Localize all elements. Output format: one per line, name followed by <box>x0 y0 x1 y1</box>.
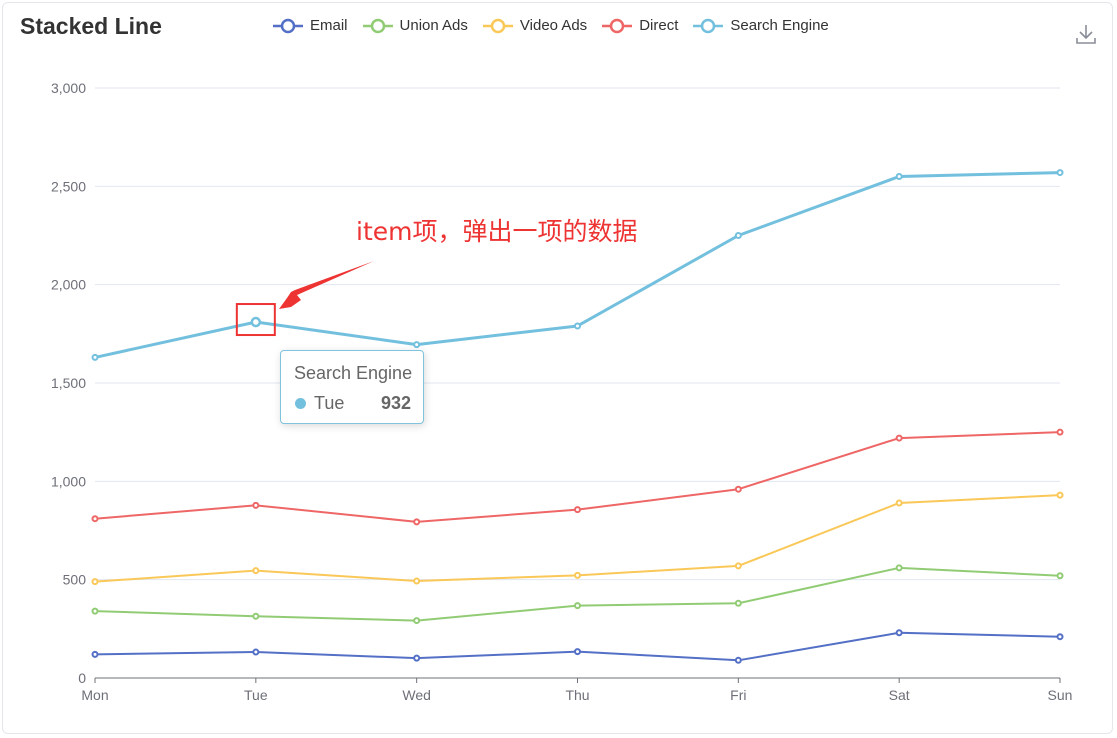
data-point-union[interactable] <box>734 599 742 607</box>
data-point-direct[interactable] <box>413 518 421 526</box>
data-point-search[interactable] <box>574 322 581 330</box>
data-point-video[interactable] <box>734 562 742 570</box>
legend-label: Union Ads <box>399 17 468 34</box>
data-point-email[interactable] <box>252 648 260 656</box>
data-point-video[interactable] <box>413 577 421 585</box>
y-tick-label: 1,500 <box>51 375 86 391</box>
data-point-search[interactable] <box>895 173 903 180</box>
y-axis-labels: 0 500 1,000 1,500 2,000 2,500 3,000 <box>51 80 86 686</box>
tooltip-value: 932 <box>380 393 411 413</box>
legend-item-search[interactable]: Search Engine <box>692 17 829 34</box>
chart-title: Stacked Line <box>20 13 162 39</box>
data-point-direct[interactable] <box>574 506 581 514</box>
chart-canvas: 0 500 1,000 1,500 2,000 2,500 3,000 Mon Tue Wed T… <box>51 80 1073 703</box>
data-point-email[interactable] <box>895 629 903 637</box>
data-point-video[interactable] <box>574 571 581 579</box>
data-point-video[interactable] <box>895 499 903 507</box>
data-point-union[interactable] <box>895 564 903 572</box>
data-point-video[interactable] <box>91 578 99 586</box>
data-point-direct[interactable] <box>734 485 742 493</box>
data-point-video[interactable] <box>1056 491 1064 499</box>
data-point-direct[interactable] <box>895 434 903 442</box>
data-point-union[interactable] <box>91 607 99 615</box>
x-tick-label: Wed <box>402 687 431 703</box>
legend-marker-icon <box>693 18 724 33</box>
tooltip-category: Tue <box>314 393 345 413</box>
data-point-search[interactable] <box>734 232 742 239</box>
x-tick-label: Sat <box>889 687 910 703</box>
x-tick-label: Thu <box>565 687 589 703</box>
legend-label: Video Ads <box>519 17 588 34</box>
data-point-union[interactable] <box>413 617 421 625</box>
legend-item-email[interactable]: Email <box>272 17 348 34</box>
legend-marker-icon <box>362 18 393 33</box>
data-point-email[interactable] <box>734 656 742 664</box>
tooltip-marker <box>295 398 306 409</box>
data-point-email[interactable] <box>91 650 99 658</box>
data-point-direct[interactable] <box>1056 428 1064 436</box>
data-point-union[interactable] <box>252 612 260 620</box>
legend-label: Email <box>310 17 348 34</box>
data-point-email[interactable] <box>574 648 581 656</box>
legend-marker-icon <box>602 18 633 33</box>
data-point-union[interactable] <box>1056 572 1064 580</box>
legend: Email Union Ads Video Ads Direct Search Engi… <box>272 17 843 34</box>
data-point-direct[interactable] <box>252 501 260 509</box>
data-point-direct[interactable] <box>91 515 99 523</box>
legend-label: Search Engine <box>730 17 829 34</box>
legend-marker-icon <box>273 18 303 33</box>
y-tick-label: 2,000 <box>51 277 86 293</box>
data-point-search[interactable] <box>1056 169 1064 177</box>
series-line-email <box>94 631 1061 662</box>
data-point-union[interactable] <box>574 602 581 610</box>
data-point-email[interactable] <box>1056 633 1064 641</box>
x-tick-label: Mon <box>81 687 108 703</box>
data-point-search[interactable] <box>250 316 262 328</box>
x-tick-label: Tue <box>244 687 268 703</box>
data-point-search[interactable] <box>413 341 421 349</box>
x-axis: Mon Tue Wed Thu Fri Sat Sun <box>81 677 1073 703</box>
y-tick-label: 3,000 <box>51 80 86 96</box>
y-tick-label: 500 <box>63 572 87 588</box>
x-tick-label: Fri <box>730 687 746 703</box>
y-tick-label: 1,000 <box>51 473 86 489</box>
tooltip: Search Engine Tue 932 <box>280 350 424 424</box>
y-tick-label: 0 <box>78 670 86 686</box>
annotation-text: item项，弹出一项的数据 <box>356 217 638 246</box>
tooltip-series: Search Engine <box>294 363 413 383</box>
y-tick-label: 2,500 <box>51 178 86 194</box>
legend-label: Direct <box>639 17 679 34</box>
x-tick-label: Sun <box>1048 687 1073 703</box>
legend-item-union[interactable]: Union Ads <box>362 17 468 34</box>
data-point-email[interactable] <box>413 654 421 662</box>
legend-item-direct[interactable]: Direct <box>601 17 678 34</box>
data-point-search[interactable] <box>91 353 99 361</box>
download-icon[interactable] <box>1074 22 1098 46</box>
legend-marker-icon <box>482 18 513 33</box>
data-point-video[interactable] <box>252 567 260 575</box>
legend-item-video[interactable]: Video Ads <box>482 17 587 34</box>
series-line-search <box>94 171 1061 359</box>
